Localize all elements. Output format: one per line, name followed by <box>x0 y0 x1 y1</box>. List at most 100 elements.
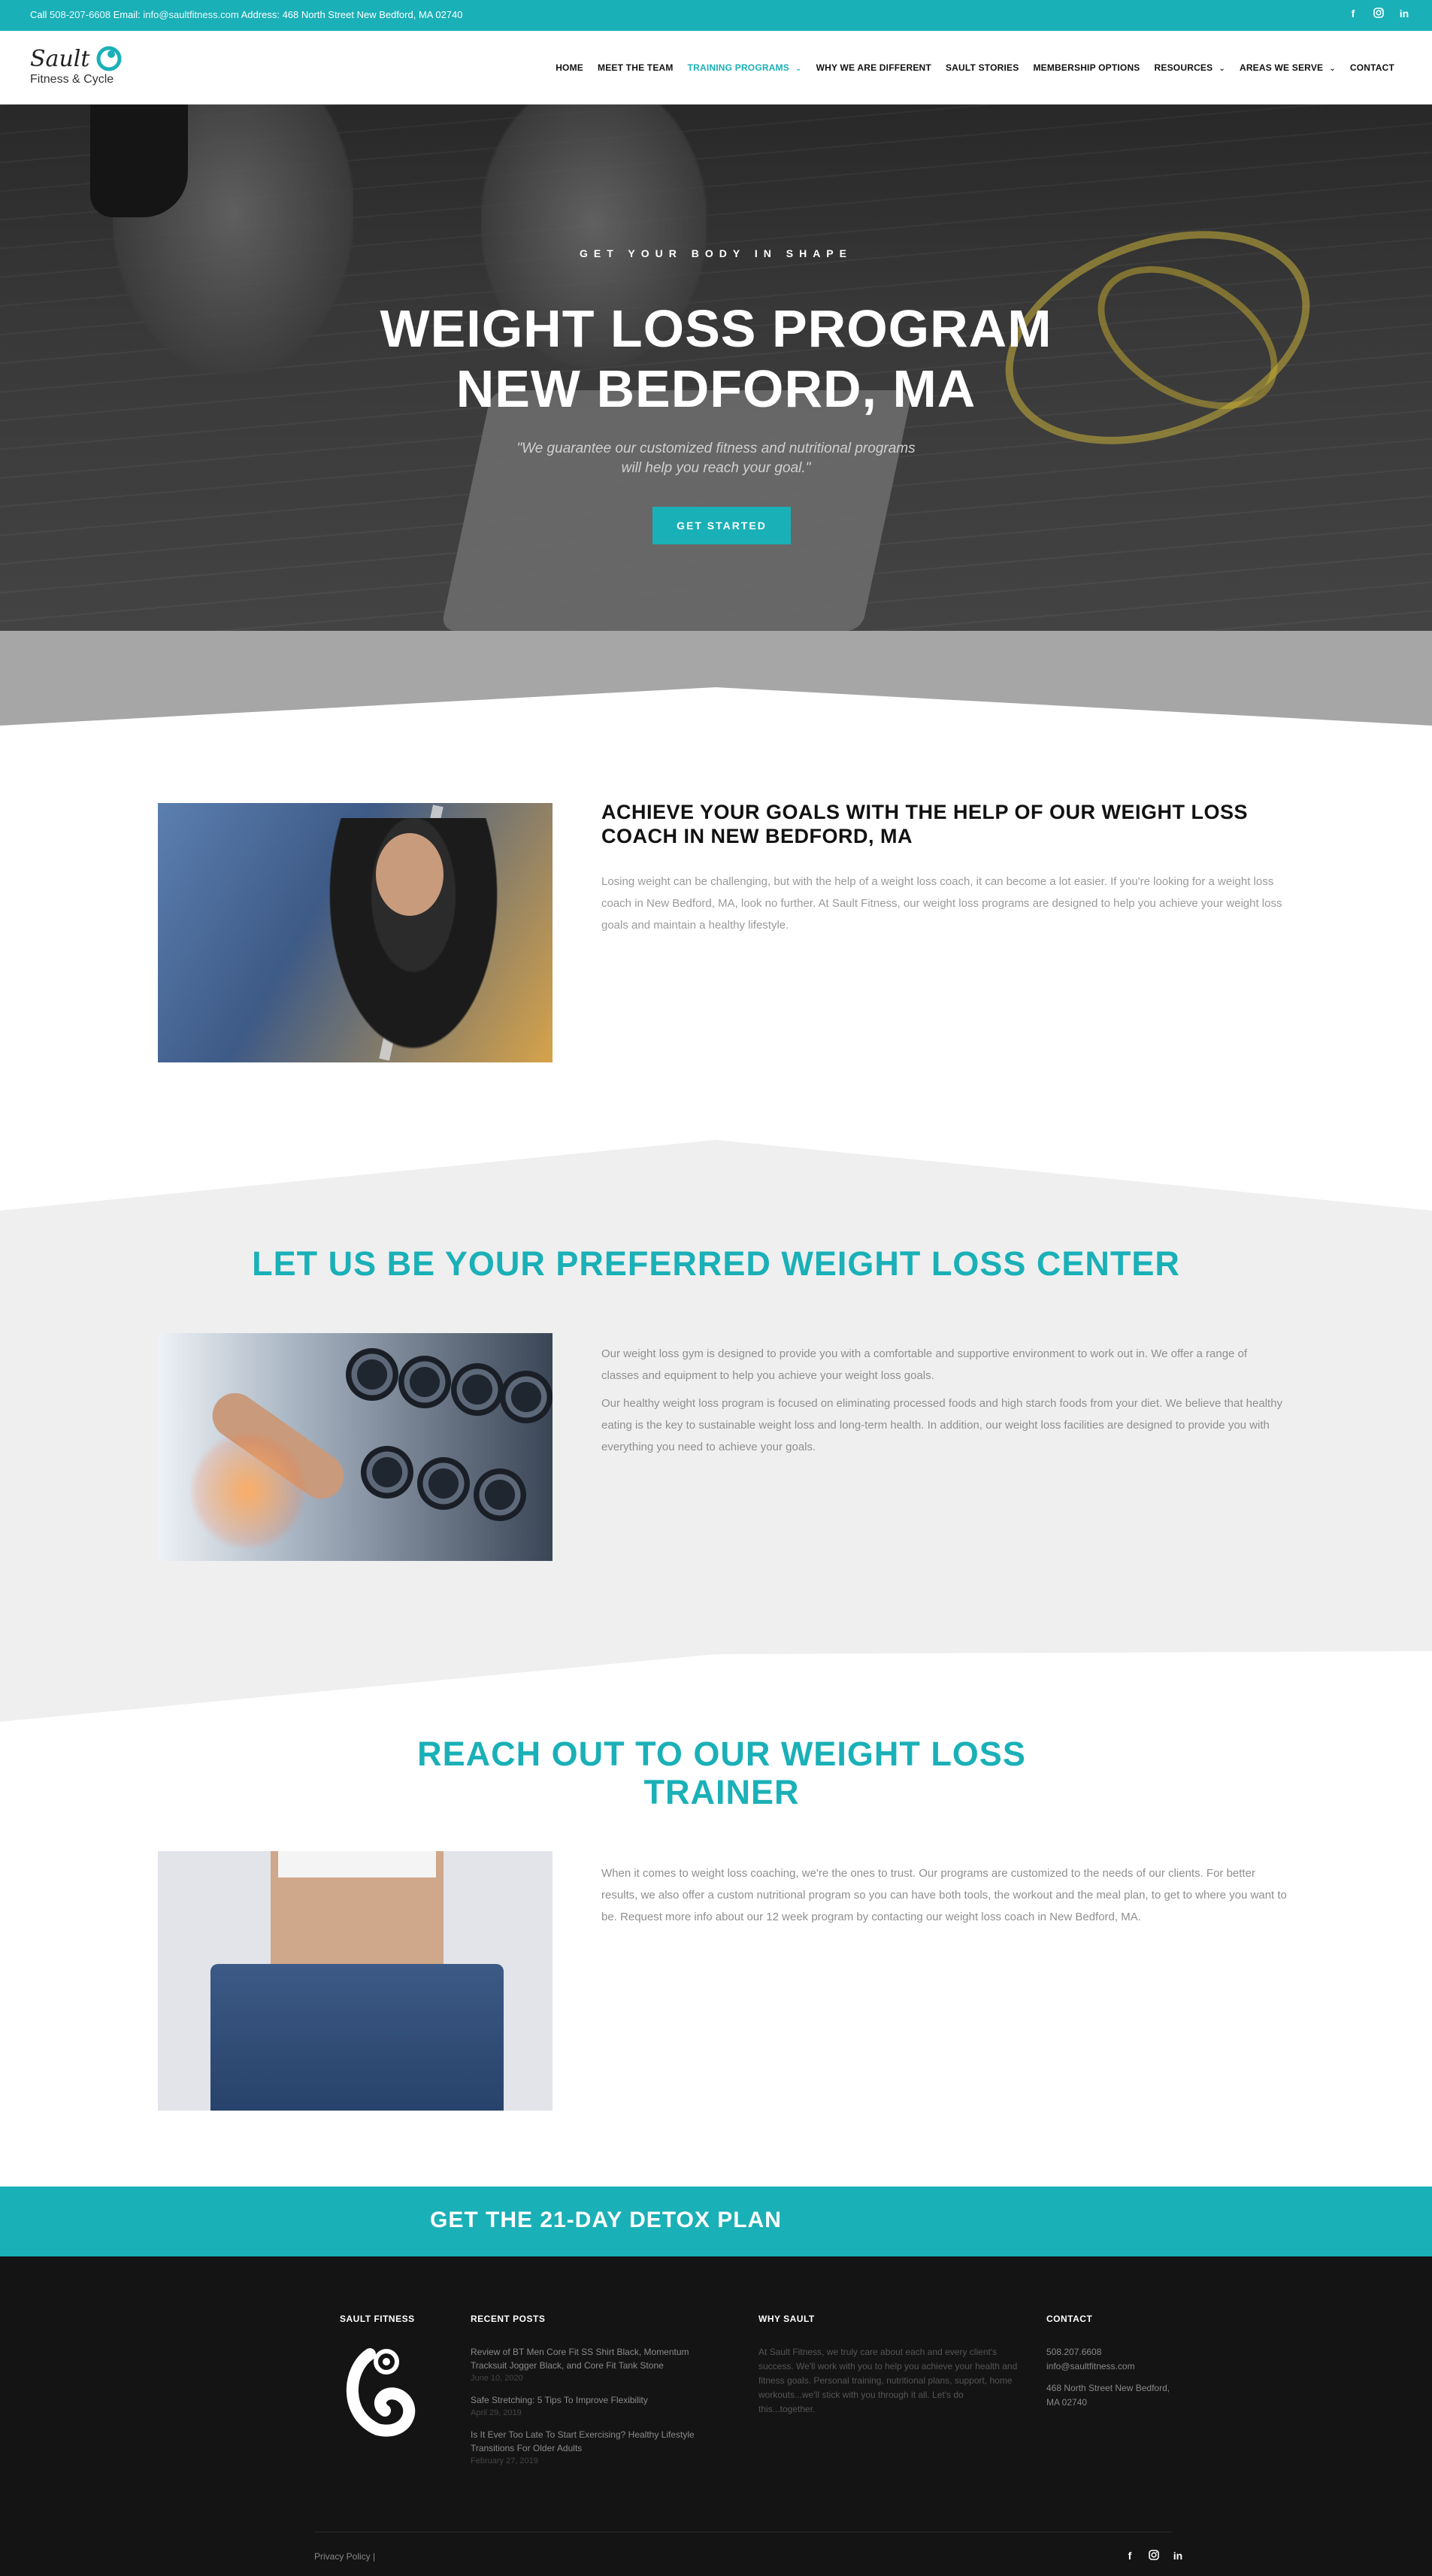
nav-item-membership-options[interactable]: MEMBERSHIP OPTIONS <box>1033 62 1140 73</box>
svg-text:Sault: Sault <box>30 46 90 72</box>
image-detail <box>188 1431 308 1551</box>
chevron-down-icon: ⌄ <box>795 65 802 73</box>
footer-why-title: WHY SAULT <box>758 2314 815 2324</box>
linkedin-icon[interactable]: in <box>1399 8 1409 20</box>
list-item: Safe Stretching: 5 Tips To Improve Flexi… <box>471 2393 711 2419</box>
section-trainer-text: When it comes to weight loss coaching, w… <box>601 1862 1287 1928</box>
address-label: Address: <box>241 9 280 20</box>
site-logo[interactable]: Sault Fitness & Cycle <box>30 44 128 90</box>
section-goals-heading: ACHIEVE YOUR GOALS WITH THE HELP OF OUR … <box>601 801 1249 847</box>
nav-item-why-we-are-different[interactable]: WHY WE ARE DIFFERENT <box>816 62 931 73</box>
footer-brand-title: SAULT FITNESS <box>340 2314 415 2324</box>
chevron-down-icon: ⌄ <box>1329 65 1336 73</box>
image-detail <box>278 1851 436 1877</box>
hero-quote: "We guarantee our customized fitness and… <box>0 439 1432 478</box>
footer-recent-posts-title: RECENT POSTS <box>471 2314 546 2324</box>
post-title-link[interactable]: Safe Stretching: 5 Tips To Improve Flexi… <box>471 2393 711 2407</box>
svg-text:Fitness & Cycle: Fitness & Cycle <box>30 73 114 86</box>
site-footer: SAULT FITNESS RECENT POSTS Review of BT … <box>0 2256 1432 2576</box>
instagram-icon[interactable] <box>1148 2550 1160 2562</box>
footer-separator: | <box>373 2551 376 2562</box>
footer-col-brand: SAULT FITNESS <box>340 2314 415 2324</box>
post-date: June 10, 2020 <box>471 2374 523 2383</box>
linkedin-icon[interactable]: in <box>1172 2550 1184 2562</box>
list-item: Review of BT Men Core Fit SS Shirt Black… <box>471 2345 711 2384</box>
footer-why-text: At Sault Fitness, we truly care about ea… <box>758 2347 1018 2414</box>
phone-link[interactable]: 508-207-6608 <box>50 9 111 20</box>
footer-bottom-links: Privacy Policy | <box>314 2551 375 2562</box>
weight-loss-jeans-image <box>158 1851 553 2111</box>
detox-plan-banner[interactable]: GET THE 21-DAY DETOX PLAN <box>0 2187 1432 2256</box>
footer-address-line2: MA 02740 <box>1046 2397 1088 2408</box>
post-title-link[interactable]: Is It Ever Too Late To Start Exercising?… <box>471 2428 711 2455</box>
email-link[interactable]: info@saultfitness.com <box>143 9 238 20</box>
instagram-icon[interactable] <box>1373 8 1384 20</box>
post-date: February 27, 2019 <box>471 2456 538 2465</box>
contact-info: Call 508-207-6608 Email: info@saultfitne… <box>30 9 463 20</box>
footer-contact-details: 508.207.6608 info@saultfitness.com 468 N… <box>1046 2345 1170 2410</box>
hero-title-line1: WEIGHT LOSS PROGRAM <box>380 299 1052 358</box>
top-social-links: f in <box>1348 8 1409 20</box>
section-trainer-heading-line1: REACH OUT TO OUR WEIGHT LOSS <box>417 1735 1026 1773</box>
nav-item-label: TRAINING PROGRAMS <box>687 62 790 73</box>
dumbbell-rack-image <box>158 1333 553 1561</box>
section-divider <box>0 631 1432 729</box>
footer-col-recent-posts: RECENT POSTS Review of BT Men Core Fit S… <box>471 2314 711 2476</box>
image-detail <box>500 1371 553 1423</box>
privacy-policy-link[interactable]: Privacy Policy <box>314 2551 371 2562</box>
section-goals-body: Losing weight can be challenging, but wi… <box>601 875 1282 932</box>
image-detail <box>474 1468 526 1521</box>
hero-quote-line1: "We guarantee our customized fitness and… <box>516 441 916 456</box>
section-trainer-heading: REACH OUT TO OUR WEIGHT LOSS TRAINER <box>376 1735 1067 1811</box>
top-contact-bar: Call 508-207-6608 Email: info@saultfitne… <box>0 0 1432 31</box>
get-started-button[interactable]: GET STARTED <box>652 507 791 544</box>
section-trainer-heading-line2: TRAINER <box>643 1773 800 1811</box>
chevron-down-icon: ⌄ <box>1219 65 1225 73</box>
nav-item-label: RESOURCES <box>1154 62 1213 73</box>
hero-title: WEIGHT LOSS PROGRAM NEW BEDFORD, MA <box>0 299 1432 419</box>
hero-image-leg <box>90 105 188 217</box>
image-detail <box>376 833 444 916</box>
email-label: Email: <box>113 9 141 20</box>
nav-item-meet-the-team[interactable]: MEET THE TEAM <box>598 62 674 73</box>
nav-item-home[interactable]: HOME <box>556 62 583 73</box>
image-detail <box>398 1356 451 1408</box>
facebook-icon[interactable]: f <box>1348 8 1358 20</box>
footer-contact-title: CONTACT <box>1046 2314 1093 2324</box>
nav-item-resources[interactable]: RESOURCES ⌄ <box>1155 62 1225 73</box>
hero-title-line2: NEW BEDFORD, MA <box>456 359 976 418</box>
section-goals-text: ACHIEVE YOUR GOALS WITH THE HELP OF OUR … <box>601 800 1285 936</box>
image-detail <box>210 1964 504 2111</box>
footer-logo-icon <box>340 2347 418 2437</box>
nav-item-sault-stories[interactable]: SAULT STORIES <box>946 62 1019 73</box>
image-detail <box>346 1348 398 1401</box>
footer-col-why-sault: WHY SAULT At Sault Fitness, we truly car… <box>758 2314 1022 2417</box>
hero-banner: GET YOUR BODY IN SHAPE WEIGHT LOSS PROGR… <box>0 105 1432 631</box>
footer-phone-link[interactable]: 508.207.6608 <box>1046 2345 1170 2359</box>
section-center-text: Our weight loss gym is designed to provi… <box>601 1343 1287 1464</box>
footer-address-line1: 468 North Street New Bedford, <box>1046 2383 1170 2393</box>
site-header: Sault Fitness & Cycle HOME MEET THE TEAM… <box>0 31 1432 105</box>
main-nav: HOME MEET THE TEAM TRAINING PROGRAMS ⌄ WH… <box>541 62 1394 73</box>
post-title-link[interactable]: Review of BT Men Core Fit SS Shirt Black… <box>471 2345 711 2372</box>
image-detail <box>417 1457 470 1510</box>
nav-item-label: AREAS WE SERVE <box>1239 62 1324 73</box>
nav-item-areas-we-serve[interactable]: AREAS WE SERVE ⌄ <box>1240 62 1336 73</box>
footer-col-contact: CONTACT 508.207.6608 info@saultfitness.c… <box>1046 2314 1170 2410</box>
image-detail <box>451 1363 504 1416</box>
recent-posts-list: Review of BT Men Core Fit SS Shirt Black… <box>471 2345 711 2467</box>
section-center-para1: Our weight loss gym is designed to provi… <box>601 1347 1248 1382</box>
footer-email-link[interactable]: info@saultfitness.com <box>1046 2359 1170 2374</box>
footer-social-links: f in <box>1124 2550 1184 2562</box>
image-detail <box>361 1446 413 1499</box>
facebook-icon[interactable]: f <box>1124 2550 1136 2562</box>
hero-quote-line2: will help you reach your goal." <box>621 460 811 476</box>
section-trainer-body: When it comes to weight loss coaching, w… <box>601 1867 1287 1923</box>
nav-item-contact[interactable]: CONTACT <box>1350 62 1394 73</box>
list-item: Is It Ever Too Late To Start Exercising?… <box>471 2428 711 2467</box>
detox-plan-label: GET THE 21-DAY DETOX PLAN <box>430 2208 782 2232</box>
section-center-heading: LET US BE YOUR PREFERRED WEIGHT LOSS CEN… <box>252 1244 1180 1283</box>
nav-item-training-programs[interactable]: TRAINING PROGRAMS ⌄ <box>688 62 802 73</box>
woman-exercising-image <box>158 803 553 1062</box>
call-label: Call <box>30 9 47 20</box>
